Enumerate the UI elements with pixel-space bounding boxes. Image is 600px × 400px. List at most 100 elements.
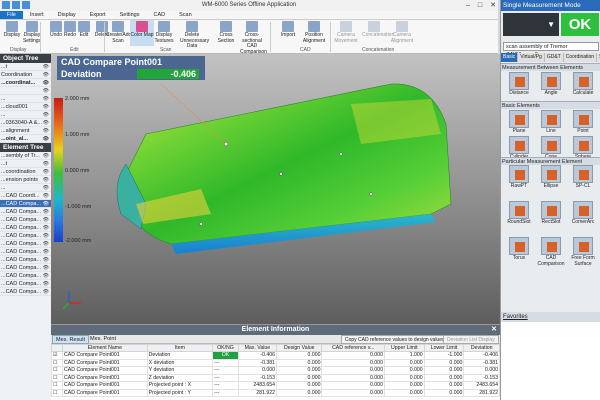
tree-item[interactable]: ...sembly of Tr... 👁 — [0, 152, 51, 160]
tool-ellipse[interactable]: Ellipse — [537, 165, 565, 193]
column-header[interactable]: Upper Limit — [383, 344, 425, 352]
tree-item[interactable]: ...CAD Compa... 👁 — [0, 216, 51, 224]
tree-item[interactable]: ...coordination 👁 — [0, 168, 51, 176]
tree-item[interactable]: ...CAD Compa... 👁 — [0, 240, 51, 248]
tab-mes-point[interactable]: Mes. Point — [87, 335, 119, 344]
tree-item[interactable]: ... 👁 — [0, 95, 51, 103]
tree-item[interactable]: ...ension points 👁 — [0, 176, 51, 184]
tree-item[interactable]: ...CAD Compa... 👁 — [0, 232, 51, 240]
eye-icon[interactable]: 👁 — [43, 280, 49, 288]
menu-file[interactable]: File — [0, 11, 23, 19]
tree-item[interactable]: ...t 👁 — [0, 63, 51, 71]
column-header[interactable] — [50, 344, 64, 352]
tree-item[interactable]: ...CAD Compa... 👁 — [0, 264, 51, 272]
ribbon-button-8[interactable]: Display Textures — [152, 20, 176, 46]
row-checkbox[interactable]: ☐ — [50, 381, 64, 390]
column-header[interactable]: Element Name — [62, 344, 148, 352]
column-header[interactable]: Deviation — [463, 344, 500, 352]
tool-line[interactable]: Line — [537, 110, 565, 138]
eye-icon[interactable]: 👁 — [43, 192, 49, 200]
eye-icon[interactable]: 👁 — [43, 288, 49, 296]
tree-item[interactable]: ... 👁 — [0, 111, 51, 119]
tool-plane[interactable]: Plane — [505, 110, 533, 138]
eye-icon[interactable]: 👁 — [43, 71, 49, 79]
eye-icon[interactable]: 👁 — [43, 200, 49, 208]
eye-icon[interactable]: 👁 — [43, 256, 49, 264]
tab-1[interactable]: Virtual/Pg — [518, 53, 545, 62]
tree-item[interactable]: ...CAD Compa... 👁 — [0, 224, 51, 232]
table-row[interactable]: ☐ CAD Compare Point001 X deviation --- -0.38… — [50, 358, 500, 367]
eye-icon[interactable]: 👁 — [43, 135, 49, 143]
tree-item[interactable]: 👁 — [0, 87, 51, 95]
tree-item[interactable]: ...CAD Compa... 👁 — [0, 200, 51, 208]
tool-rawpt[interactable]: RawPT — [505, 165, 533, 193]
ribbon-button-7[interactable]: Color Map — [130, 20, 154, 46]
tool-angle[interactable]: Angle — [537, 72, 565, 100]
row-checkbox[interactable]: ☐ — [50, 373, 64, 382]
tool-calculate[interactable]: Calculate — [569, 72, 597, 100]
column-header[interactable]: OK/NG — [212, 344, 239, 352]
menu-insert[interactable]: Insert — [23, 11, 51, 19]
ribbon-button-14[interactable]: Camera Movement — [334, 20, 358, 46]
tree-item[interactable]: ...0363040-A &... 👁 — [0, 119, 51, 127]
table-row[interactable]: ☐ CAD Compare Point001 Z deviation --- -0.15… — [50, 373, 500, 382]
tree-item[interactable]: ...coordinat... 👁 — [0, 79, 51, 87]
column-header[interactable]: Max. Value — [237, 344, 278, 352]
menu-cad[interactable]: CAD — [146, 11, 172, 19]
close-icon[interactable]: ✕ — [491, 325, 497, 335]
table-row[interactable]: ☐ CAD Compare Point001 Projected point : Y… — [50, 388, 500, 397]
tool-sp-cl[interactable]: SP-CL — [569, 165, 597, 193]
tree-item[interactable]: ...cloud001 👁 — [0, 103, 51, 111]
minimize-icon[interactable]: – — [466, 0, 470, 11]
column-header[interactable]: Lower Limit — [423, 344, 465, 352]
tree-item[interactable]: ...oint_al... 👁 — [0, 135, 51, 143]
tree-item[interactable]: ...CAD Compa... 👁 — [0, 208, 51, 216]
ribbon-button-12[interactable]: Import — [276, 20, 300, 46]
file-name-field[interactable]: scan assembly of Tremor (MYN).wmc2 — [503, 42, 599, 58]
table-row[interactable]: ☐ CAD Compare Point001 Y deviation --- 0.000… — [50, 366, 500, 375]
menu-display[interactable]: Display — [51, 11, 83, 19]
favorites-header[interactable]: Favorites — [501, 312, 600, 322]
tree-item[interactable]: ... 👁 — [0, 184, 51, 192]
eye-icon[interactable]: 👁 — [43, 79, 49, 87]
eye-icon[interactable]: 👁 — [43, 216, 49, 224]
ribbon-button-11[interactable]: Cross-sectional CAD Comparison — [240, 20, 267, 54]
tool-cornerarc[interactable]: CornerArc — [569, 201, 597, 229]
column-header[interactable]: Design Value — [276, 344, 323, 352]
column-header[interactable]: CAD reference v... — [321, 344, 385, 352]
tree-item[interactable]: Coordination 👁 — [0, 71, 51, 79]
tree-item[interactable]: ...CAD Compa... 👁 — [0, 280, 51, 288]
column-header[interactable]: Item — [146, 344, 214, 352]
eye-icon[interactable]: 👁 — [43, 87, 49, 95]
tree-item[interactable]: ...alignment 👁 — [0, 127, 51, 135]
eye-icon[interactable]: 👁 — [43, 184, 49, 192]
tree-item[interactable]: ...CAD Coordi... 👁 — [0, 192, 51, 200]
tree-item[interactable]: ...CAD Compa... 👁 — [0, 256, 51, 264]
eye-icon[interactable]: 👁 — [43, 63, 49, 71]
row-checkbox[interactable]: ☑ — [50, 351, 64, 360]
tool-distance[interactable]: Distance — [505, 72, 533, 100]
row-checkbox[interactable]: ☐ — [50, 388, 64, 397]
mode-dropdown[interactable]: ▼ — [503, 13, 559, 36]
table-row[interactable]: ☑ CAD Compare Point001 Deviation OK -0.406 0.… — [50, 351, 500, 360]
ribbon-button-15[interactable]: Concatenation — [362, 20, 394, 46]
tab-3[interactable]: Coordination — [563, 53, 598, 62]
ribbon-button-13[interactable]: Position Alignment — [302, 20, 326, 46]
tree-item[interactable]: ...CAD Compa... 👁 — [0, 248, 51, 256]
quick-access-icons[interactable] — [2, 1, 30, 9]
tool-cad-comparison[interactable]: CAD Comparison — [537, 237, 565, 266]
deviation-list-button[interactable]: Deviation List Display — [443, 335, 499, 344]
tab-2[interactable]: GD&T — [544, 53, 564, 62]
3d-viewport[interactable]: CAD Compare Point001 Deviation -0.406 2.… — [51, 54, 500, 324]
tool-free-form-surface[interactable]: Free Form Surface — [569, 237, 597, 266]
eye-icon[interactable]: 👁 — [43, 168, 49, 176]
eye-icon[interactable]: 👁 — [43, 119, 49, 127]
ribbon-button-16[interactable]: Camera Alignment — [390, 20, 414, 46]
eye-icon[interactable]: 👁 — [43, 152, 49, 160]
eye-icon[interactable]: 👁 — [43, 127, 49, 135]
tool-roundslot[interactable]: RoundSlot — [505, 201, 533, 229]
measurement-callout[interactable]: CAD Compare Point001 Deviation -0.406 — [57, 56, 205, 80]
window-controls[interactable]: – □ ✕ — [466, 0, 496, 11]
tree-item[interactable]: ...CAD Compa... 👁 — [0, 272, 51, 280]
menu-settings[interactable]: Settings — [113, 11, 147, 19]
